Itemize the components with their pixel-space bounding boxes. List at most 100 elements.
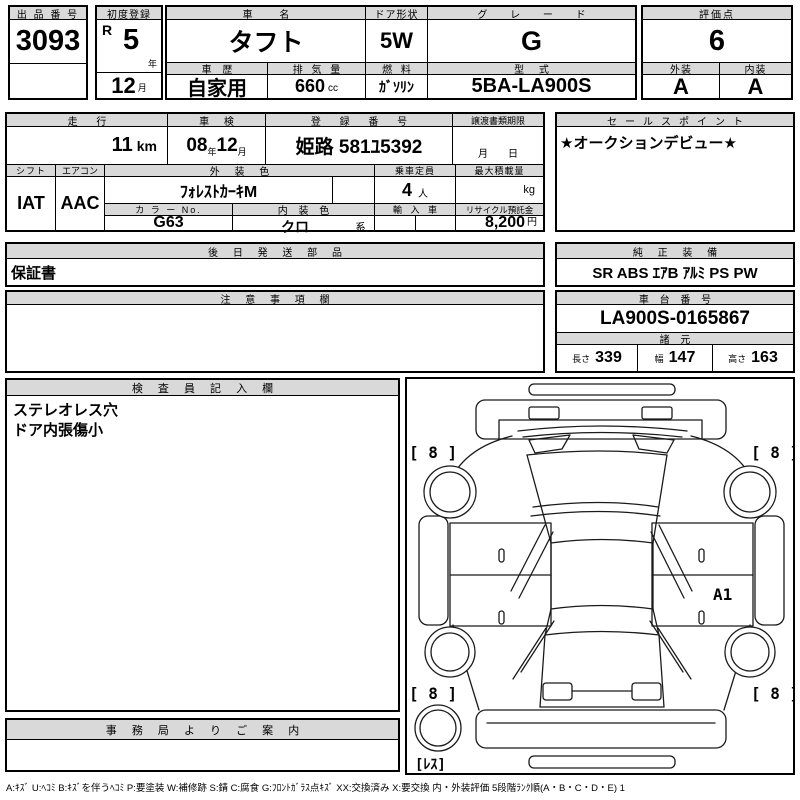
transfer-docs-label: 譲渡書類期限: [452, 114, 543, 127]
inspector-note-line: ドア内張傷小: [13, 422, 104, 440]
imported-label: 輸 入 車: [374, 203, 455, 216]
interior-color-value: クロ: [281, 219, 309, 235]
reg-month-value: 12: [111, 72, 136, 98]
inspector-notes-body: ステレオレス穴 ドア内張傷小: [7, 396, 398, 710]
front-right-tire-mark: [ 8 ]: [751, 443, 793, 462]
genuine-equipment-label: 純 正 装 備: [557, 244, 793, 259]
spare-tire-mark: [ﾚｽ]: [415, 757, 446, 773]
reg-year-value: 5: [123, 24, 140, 56]
left-rear-door-handle: [498, 610, 505, 625]
capacity-label: 乗車定員: [374, 164, 455, 177]
genuine-equipment-value: SR ABS ｴｱB ｱﾙﾐ PS PW: [592, 264, 758, 282]
displacement-value-cell: 660 cc: [267, 75, 365, 98]
width-value: 147: [668, 349, 696, 366]
hood-curve-1: [532, 501, 659, 508]
vehicle-main-box: 車 名 タフト 車 歴 自家用 排 気 量 660 cc ドア形状 5W 燃 料…: [165, 5, 637, 100]
fuel-value: ｶﾞｿﾘﾝ: [365, 75, 427, 98]
exterior-grade-label: 外装: [643, 62, 719, 75]
rear-left-pillar-inner: [520, 620, 555, 673]
imported-empty-cell-1: [374, 216, 415, 230]
inspector-notes-label: 検 査 員 記 入 欄: [7, 380, 398, 396]
year-unit: 年: [147, 59, 157, 69]
windshield-top-line: [517, 425, 688, 432]
car-diagram: [ 8 ] [ 8 ] [ 8 ] [ 8 ] A1 [ﾚｽ]: [409, 383, 799, 773]
inspection-month: 12: [216, 134, 238, 156]
front-bumper-shape: [528, 383, 676, 396]
interior-color-suffix: 系: [355, 222, 366, 234]
rear-right-tire-mark: [ 8 ]: [751, 684, 793, 703]
first-registration-month-cell: 12 月: [97, 72, 161, 98]
door-shape-label: ドア形状: [365, 7, 427, 20]
windshield-bottom-line: [522, 431, 683, 438]
displacement-unit: cc: [328, 83, 339, 94]
right-taillight-shape: [631, 682, 662, 701]
length-cell: 長さ 339: [557, 345, 637, 371]
recycle-deposit-unit: 円: [527, 217, 537, 228]
rear-lower-strip: [528, 755, 676, 769]
shift-label: シフト: [7, 164, 55, 177]
cautions-label: 注 意 事 項 欄: [7, 292, 543, 305]
damage-mark-a1: A1: [713, 585, 732, 604]
model-code-label: 型 式: [427, 62, 635, 75]
inspector-notes-box: 検 査 員 記 入 欄 ステレオレス穴 ドア内張傷小: [5, 378, 400, 712]
hood-right-line: [652, 454, 668, 544]
displacement-value: 660: [294, 76, 326, 96]
interior-grade-label: 内装: [719, 62, 791, 75]
imported-empty-cell-2: [415, 216, 455, 230]
rear-left-wheel-inner: [430, 632, 470, 672]
cautions-value: [7, 305, 543, 371]
shift-value: IAT: [17, 193, 45, 213]
reg-no-label: 登 録 番 号: [265, 114, 452, 127]
right-sill-shape: [754, 515, 785, 626]
mileage-value: 11: [111, 134, 133, 156]
auction-number-empty-cell: [10, 63, 86, 98]
chassis-box: 車 台 番 号 LA900S-0165867 諸 元 長さ 339 幅 147 …: [555, 290, 795, 373]
width-label: 幅: [654, 353, 664, 364]
rear-right-pillar-inner: [649, 620, 684, 673]
inspection-year: 08: [186, 134, 208, 156]
length-value: 339: [595, 349, 622, 366]
right-headlight-shape: [641, 406, 673, 420]
car-name-value: タフト: [228, 29, 304, 57]
later-shipping-box: 後 日 発 送 部 品 保証書: [5, 242, 545, 287]
front-left-wheel-inner: [429, 471, 471, 513]
rear-bumper-shape: [475, 709, 727, 749]
auction-number-label: 出 品 番 号: [10, 7, 86, 20]
front-left-tire-mark: [ 8 ]: [409, 443, 457, 462]
right-wiper-shape: [632, 434, 675, 454]
roof-rear-line: [550, 604, 654, 610]
registration-grid: 走 行 車 検 登 録 番 号 譲渡書類期限 11 km 08 年 12 月 姫…: [5, 112, 545, 235]
legend-footer: A:ｷｽﾞ U:ﾍｺﾐ B:ｷｽﾞを伴うﾍｺﾐ P:要塗装 W:補修跡 S:錆 …: [6, 783, 625, 794]
model-code-value: 5BA-LA900S: [427, 75, 635, 98]
first-registration-label: 初度登録: [97, 7, 161, 20]
capacity-value: 4: [401, 179, 412, 200]
door-shape-value: 5W: [365, 20, 427, 62]
hood-left-line: [526, 454, 552, 544]
auction-sheet: { "top": { "auction_no": {"label": "出 品 …: [0, 0, 800, 800]
interior-grade-value: A: [719, 75, 791, 98]
office-info-value: [7, 740, 398, 770]
height-cell: 高さ 163: [712, 345, 793, 371]
aircon-value: AAC: [55, 177, 104, 230]
width-cell: 幅 147: [637, 345, 712, 371]
grade-label: グ レ ー ド: [427, 7, 635, 20]
right-rear-door-handle: [698, 610, 705, 625]
exterior-grade-value: A: [673, 75, 689, 98]
left-wiper-shape: [528, 434, 571, 454]
rear-right-pillar: [657, 627, 692, 680]
mileage-cell: 11 km: [7, 127, 167, 164]
sales-point-label: セールスポイント: [557, 114, 793, 127]
month-unit: 月: [137, 83, 147, 93]
capacity-cell: 4 人: [374, 177, 455, 203]
history-label: 車 歴: [167, 62, 267, 75]
displacement-label: 排 気 量: [267, 62, 365, 75]
left-headlight-shape: [528, 406, 560, 420]
first-registration-box: 初度登録 R 5 年 12 月: [95, 5, 163, 100]
later-shipping-value: 保証書: [11, 264, 57, 282]
dimensions-label: 諸 元: [557, 332, 793, 345]
right-front-door-handle: [698, 548, 705, 563]
car-name-label: 車 名: [167, 7, 365, 20]
left-taillight-shape: [542, 682, 573, 701]
color-no-label: カ ラ ー No.: [104, 203, 232, 216]
later-shipping-label: 後 日 発 送 部 品: [7, 244, 543, 259]
